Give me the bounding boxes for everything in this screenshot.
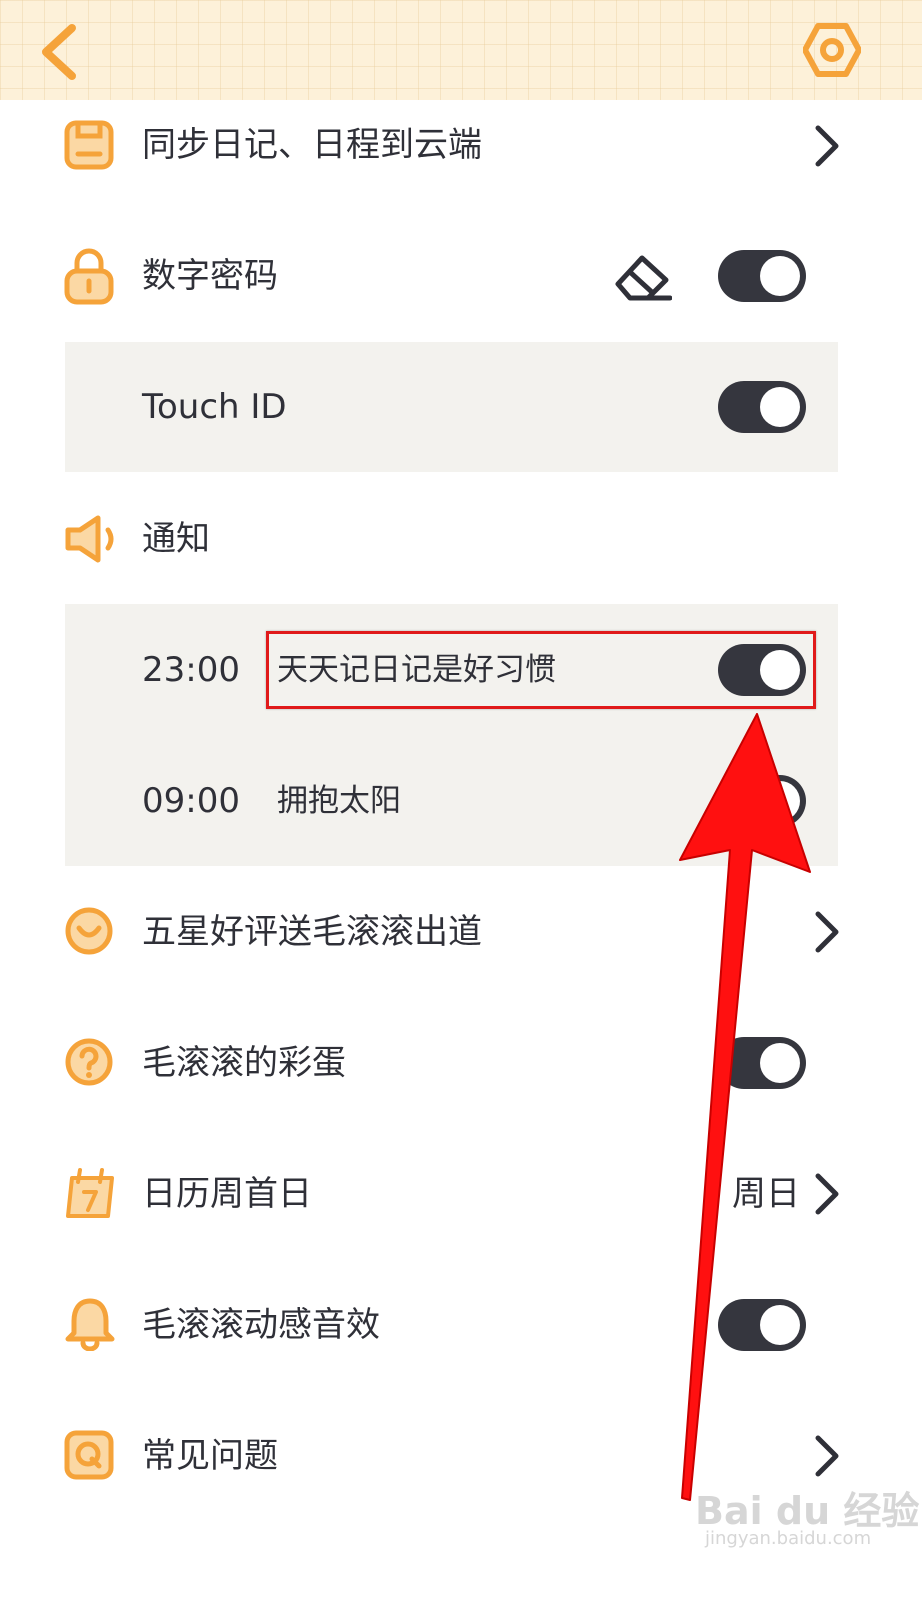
red-arrow-annotation [679,713,811,1501]
watermark-url: jingyan.baidu.com [705,1528,872,1549]
watermark-logo: Bai du 经验 [695,1489,920,1533]
